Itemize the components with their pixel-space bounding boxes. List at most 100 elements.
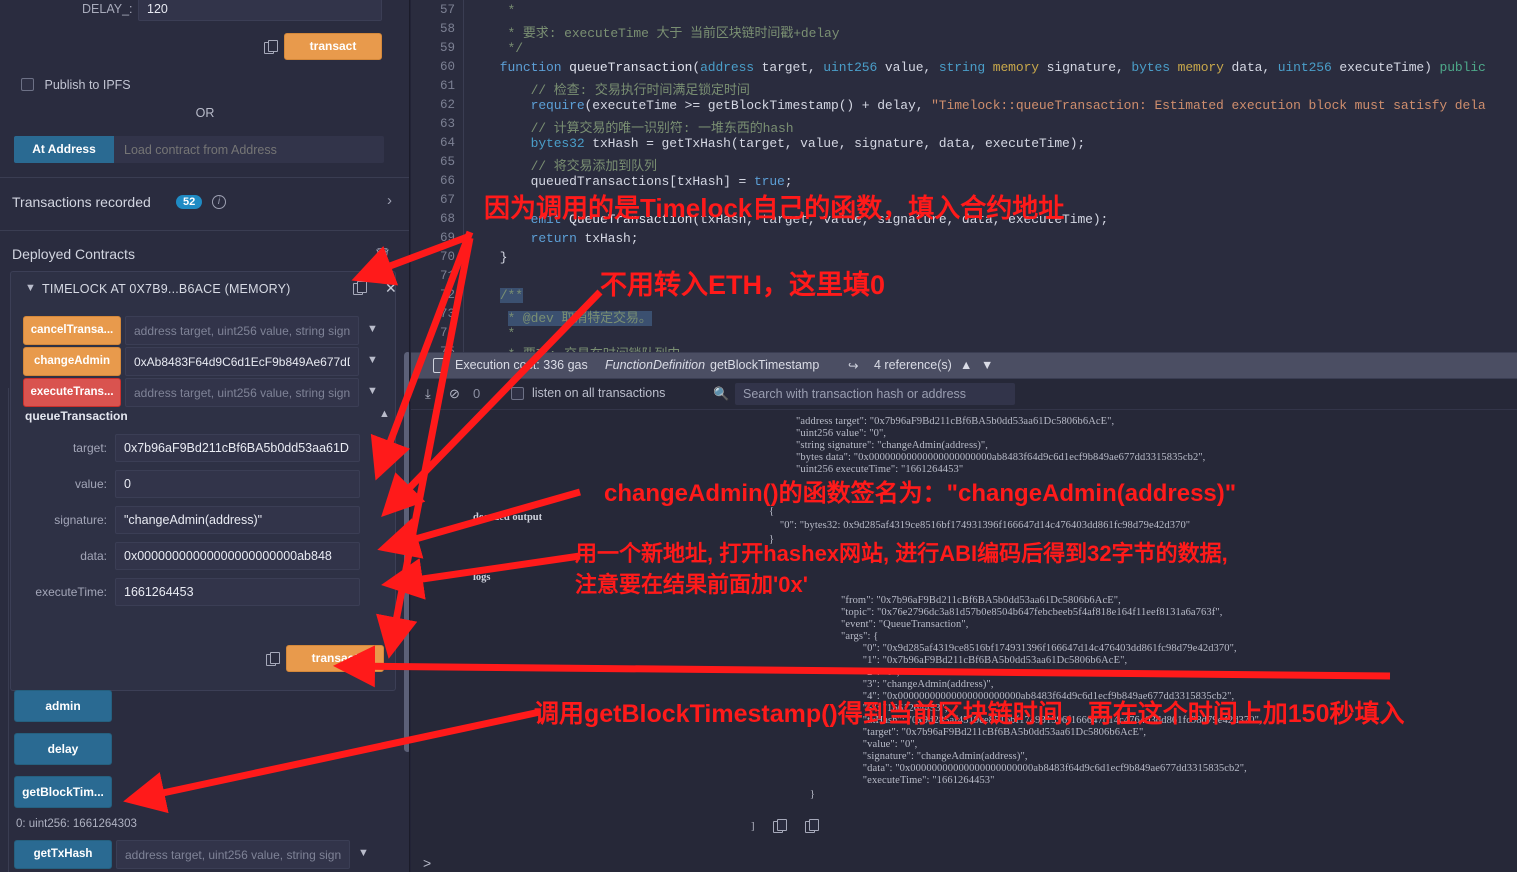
decoded-output-label: decoded output [473,512,543,523]
function-row-changeAdmin: changeAdmin ▼ [23,347,385,377]
executeTransaction-input[interactable] [125,378,359,407]
code-line-72: /** [499,288,523,303]
contract-card-header[interactable]: ▼ TIMELOCK AT 0X7B9...B6ACE (MEMORY) ✕ [11,272,397,306]
publish-to-ipfs-row[interactable]: Publish to IPFS [14,77,131,92]
transactions-recorded-label: Transactions recorded [12,194,151,210]
chevron-down-icon[interactable]: ▼ [367,323,378,335]
logs-line-6: "1": "0x7b96aF9Bd211cBf6BA5b0dd53aa61Dc5… [841,655,1128,666]
line-number: 66 [439,174,455,188]
line-number: 73 [439,307,455,321]
changeAdmin-button[interactable]: changeAdmin [23,347,121,376]
decoded-input-line-1: "address target": "0x7b96aF9Bd211cBf6BA5… [796,416,1115,427]
terminal-search-input[interactable] [735,383,1015,405]
line-number: 63 [439,117,455,131]
decoded-output-line-3: } [769,534,775,545]
field-value-label: value: [74,477,107,491]
admin-button[interactable]: admin [14,690,112,722]
field-signature-input[interactable] [115,506,360,534]
references-label[interactable]: 4 reference(s) [874,358,952,372]
field-value-input[interactable] [115,470,360,498]
transactions-recorded-count-badge: 52 [176,195,203,209]
line-number: 71 [439,269,455,283]
line-number: 69 [439,231,455,245]
deployed-contract-card: ▼ TIMELOCK AT 0X7B9...B6ACE (MEMORY) ✕ c… [10,271,397,691]
copy-address-icon[interactable] [353,281,367,295]
field-signature: signature: [11,506,395,534]
copy-icon[interactable] [264,40,278,54]
line-number: 62 [439,98,455,112]
chevron-down-icon[interactable]: ▼ [367,385,378,397]
cancelTransaction-button[interactable]: cancelTransa... [23,316,121,345]
code-line-64: bytes32 txHash = getTxHash(target, value… [530,136,1086,151]
chevron-down-icon[interactable]: ▼ [981,358,993,372]
getTxHash-button[interactable]: getTxHash [14,840,112,869]
collapse-icon[interactable]: ⤓ [425,386,431,402]
logs-line-16: "executeTime": "1661264453" [841,775,995,786]
code-line-70: } [469,250,508,265]
copy-icon[interactable] [805,819,819,833]
delay-button[interactable]: delay [14,733,112,765]
code-editor[interactable]: 57 58 59 60 61 62 63 64 65 66 67 68 69 7… [411,0,1517,352]
logs-label: logs [473,572,491,583]
chevron-up-icon[interactable]: ▲ [960,358,972,372]
logs-line-3: "event": "QueueTransaction", [841,619,969,630]
trash-icon[interactable]: 🗑 [374,247,391,263]
listen-on-all-transactions-label: listen on all transactions [532,386,666,400]
logs-line-1: "from": "0x7b96aF9Bd211cBf6BA5b0dd53aa61… [841,595,1121,606]
getTxHash-input[interactable] [116,840,350,869]
listen-on-all-transactions-checkbox[interactable] [511,387,524,400]
line-number: 72 [439,288,455,302]
copy-icon[interactable] [773,819,787,833]
chevron-up-icon[interactable]: ▲ [379,408,390,420]
search-icon: 🔍 [713,386,730,401]
code-line-62: require(executeTime >= getBlockTimestamp… [530,98,1486,113]
decoded-output-line-1: { [769,506,775,517]
delay-input[interactable] [138,0,382,21]
close-icon[interactable]: ✕ [385,280,397,297]
contract-title: TIMELOCK AT 0X7B9...B6ACE (MEMORY) [42,282,291,296]
at-address-button[interactable]: At Address [14,136,114,163]
chevron-right-icon[interactable]: › [387,192,392,209]
deployed-contracts-label: Deployed Contracts [12,246,135,262]
getBlockTimestamp-result: 0: uint256: 1661264303 [16,818,137,830]
left-panel-scrollbar[interactable] [404,352,409,752]
code-line-73: * @dev 取消特定交易。 [507,311,652,326]
transactions-recorded-section[interactable]: Transactions recorded 52 i › [0,178,409,230]
line-number: 74 [439,326,455,340]
code-line-69: return txHash; [530,231,639,246]
field-target-input[interactable] [115,434,360,462]
clear-console-icon[interactable]: ⊘ [449,386,460,402]
decoded-input-line-4: "bytes data": "0x00000000000000000000000… [796,452,1206,463]
publish-to-ipfs-checkbox[interactable] [21,78,34,92]
line-number: 65 [439,155,455,169]
decoded-input-line-3: "string signature": "changeAdmin(address… [796,440,989,451]
function-row-executeTransaction: executeTrans... ▼ [23,378,385,408]
executeTransaction-button[interactable]: executeTrans... [23,378,121,407]
changeAdmin-input[interactable] [125,347,359,376]
getBlockTimestamp-button[interactable]: getBlockTim... [14,776,112,808]
chevron-down-icon[interactable]: ▼ [358,847,369,859]
logs-line-2: "topic": "0x76e2796dc3a81d57b0e8504b647f… [841,607,1223,618]
line-number: 58 [439,22,455,36]
copy-icon[interactable] [266,652,280,666]
field-data-input[interactable] [115,542,360,570]
field-executeTime-input[interactable] [115,578,360,606]
field-signature-label: signature: [54,513,107,527]
line-number: 75 [439,345,455,352]
queue-transact-button[interactable]: transact [286,645,384,672]
terminal-prompt[interactable]: > [423,855,431,871]
jump-to-reference-icon[interactable]: ↪ [848,358,858,373]
chevron-down-icon[interactable]: ▼ [25,282,36,294]
info-icon[interactable]: i [212,195,226,209]
cancelTransaction-input[interactable] [125,316,359,345]
pending-count: 0 [473,386,481,401]
logs-line-4: "args": { [841,631,879,642]
code-line-68: emit QueueTransaction(txHash, target, va… [530,212,1109,227]
transact-button[interactable]: transact [284,33,382,60]
definition-kind-label: FunctionDefinition [605,358,706,372]
at-address-input[interactable] [114,136,384,163]
code-line-59: */ [469,41,524,56]
logs-line-8: "3": "changeAdmin(address)", [841,679,994,690]
closing-bracket: ] [751,821,755,832]
chevron-down-icon[interactable]: ▼ [367,354,378,366]
